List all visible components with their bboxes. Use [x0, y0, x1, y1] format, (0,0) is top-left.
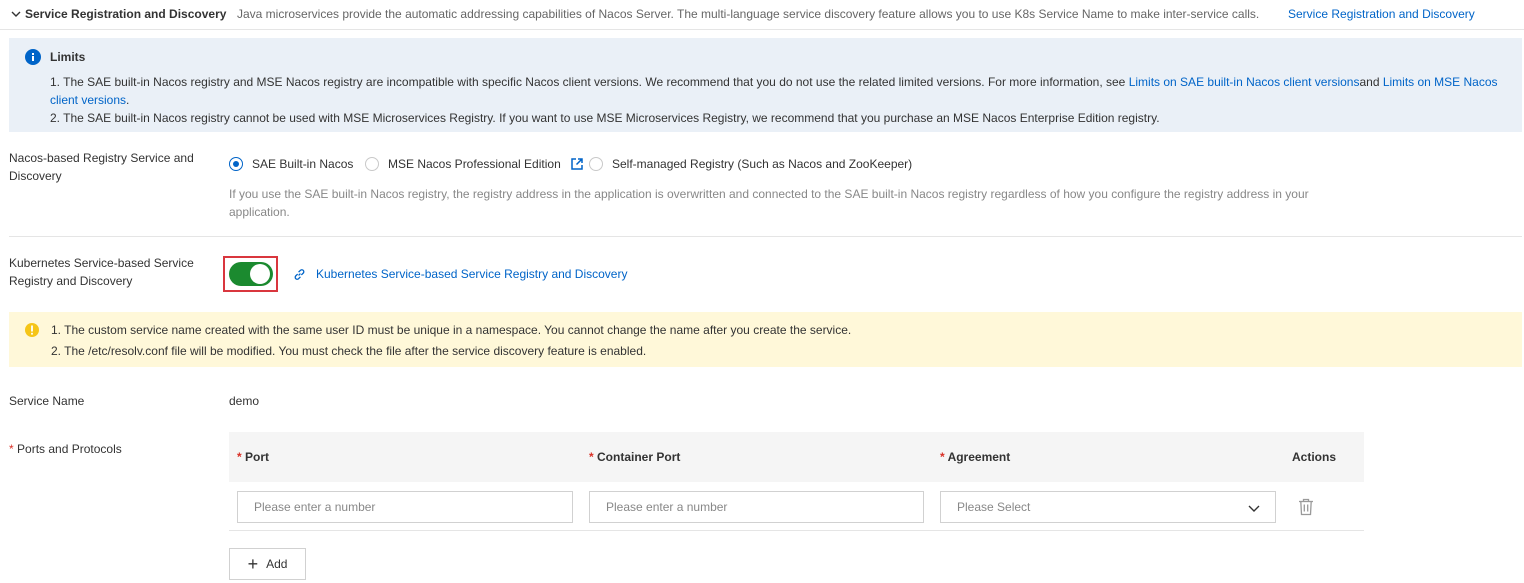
column-agreement: * Agreement [940, 450, 1010, 464]
warning-item-1: 1. The custom service name created with … [51, 323, 852, 337]
service-name-label: Service Name [9, 394, 85, 408]
section-title[interactable]: Service Registration and Discovery [25, 7, 226, 21]
limits-item-1: 1. The SAE built-in Nacos registry and M… [50, 73, 1500, 109]
nacos-help-text: If you use the SAE built-in Nacos regist… [229, 187, 1309, 219]
required-mark: * [589, 450, 594, 464]
toggle-knob [250, 264, 270, 284]
ports-protocols-label: * Ports and Protocols [9, 440, 122, 458]
column-port: * Port [237, 450, 269, 464]
add-port-button[interactable]: + Add [229, 548, 306, 580]
radio-label: Self-managed Registry (Such as Nacos and… [612, 157, 913, 171]
section-description: Java microservices provide the automatic… [237, 7, 1260, 21]
column-container-port: * Container Port [589, 450, 680, 464]
port-input[interactable] [237, 491, 573, 523]
agreement-select[interactable]: Please Select [940, 491, 1276, 523]
link-icon [294, 269, 305, 280]
warning-notice: 1. The custom service name created with … [9, 312, 1522, 367]
limits-item-1-mid: and [1359, 75, 1383, 89]
k8s-service-toggle[interactable] [229, 262, 273, 286]
required-mark: * [9, 442, 14, 456]
limits-notice: Limits 1. The SAE built-in Nacos registr… [9, 38, 1522, 132]
k8s-registry-label: Kubernetes Service-based Service Registr… [9, 256, 194, 288]
radio-unselected-icon [365, 157, 379, 171]
section-doc-link[interactable]: Service Registration and Discovery [1288, 7, 1475, 21]
table-row-divider [229, 530, 1364, 531]
warning-icon [25, 323, 39, 337]
column-container-port-label: Container Port [597, 450, 681, 464]
ports-table-header: * Port * Container Port * Agreement Acti… [229, 432, 1364, 482]
radio-label: SAE Built-in Nacos [252, 157, 354, 171]
k8s-doc-link[interactable]: Kubernetes Service-based Service Registr… [316, 267, 627, 281]
container-port-input[interactable] [589, 491, 924, 523]
radio-sae-builtin-nacos[interactable]: SAE Built-in Nacos [229, 157, 353, 171]
agreement-select-placeholder: Please Select [957, 500, 1031, 514]
limits-item-1-suffix: . [126, 93, 130, 107]
radio-selected-icon [229, 157, 243, 171]
chevron-down-icon [1248, 505, 1260, 512]
plus-icon: + [247, 554, 259, 574]
divider [9, 236, 1522, 237]
column-port-label: Port [245, 450, 270, 464]
delete-icon[interactable] [1298, 498, 1314, 516]
add-port-button-label: Add [266, 557, 288, 571]
warning-item-2: 2. The /etc/resolv.conf file will be mod… [51, 344, 647, 358]
chevron-down-icon[interactable] [10, 8, 22, 20]
section-header: Service Registration and Discovery Java … [0, 0, 1524, 30]
required-mark: * [940, 450, 945, 464]
limits-title: Limits [50, 50, 86, 64]
column-agreement-label: Agreement [947, 450, 1011, 464]
radio-self-managed-registry[interactable]: Self-managed Registry (Such as Nacos and… [589, 157, 912, 171]
ports-protocols-label-text: Ports and Protocols [17, 442, 122, 456]
nacos-registry-label: Nacos-based Registry Service and Discove… [9, 151, 194, 183]
radio-label: MSE Nacos Professional Edition [388, 157, 561, 171]
info-icon [25, 49, 41, 65]
service-name-value: demo [229, 394, 260, 408]
limits-item-1-text: 1. The SAE built-in Nacos registry and M… [50, 75, 1129, 89]
radio-mse-nacos-professional[interactable]: MSE Nacos Professional Edition [365, 157, 583, 171]
limits-sae-nacos-link[interactable]: Limits on SAE built-in Nacos client vers… [1129, 75, 1360, 89]
column-actions: Actions [1292, 450, 1337, 464]
radio-unselected-icon [589, 157, 603, 171]
required-mark: * [237, 450, 242, 464]
external-link-icon[interactable] [571, 158, 583, 170]
limits-item-2: 2. The SAE built-in Nacos registry canno… [50, 111, 1160, 125]
